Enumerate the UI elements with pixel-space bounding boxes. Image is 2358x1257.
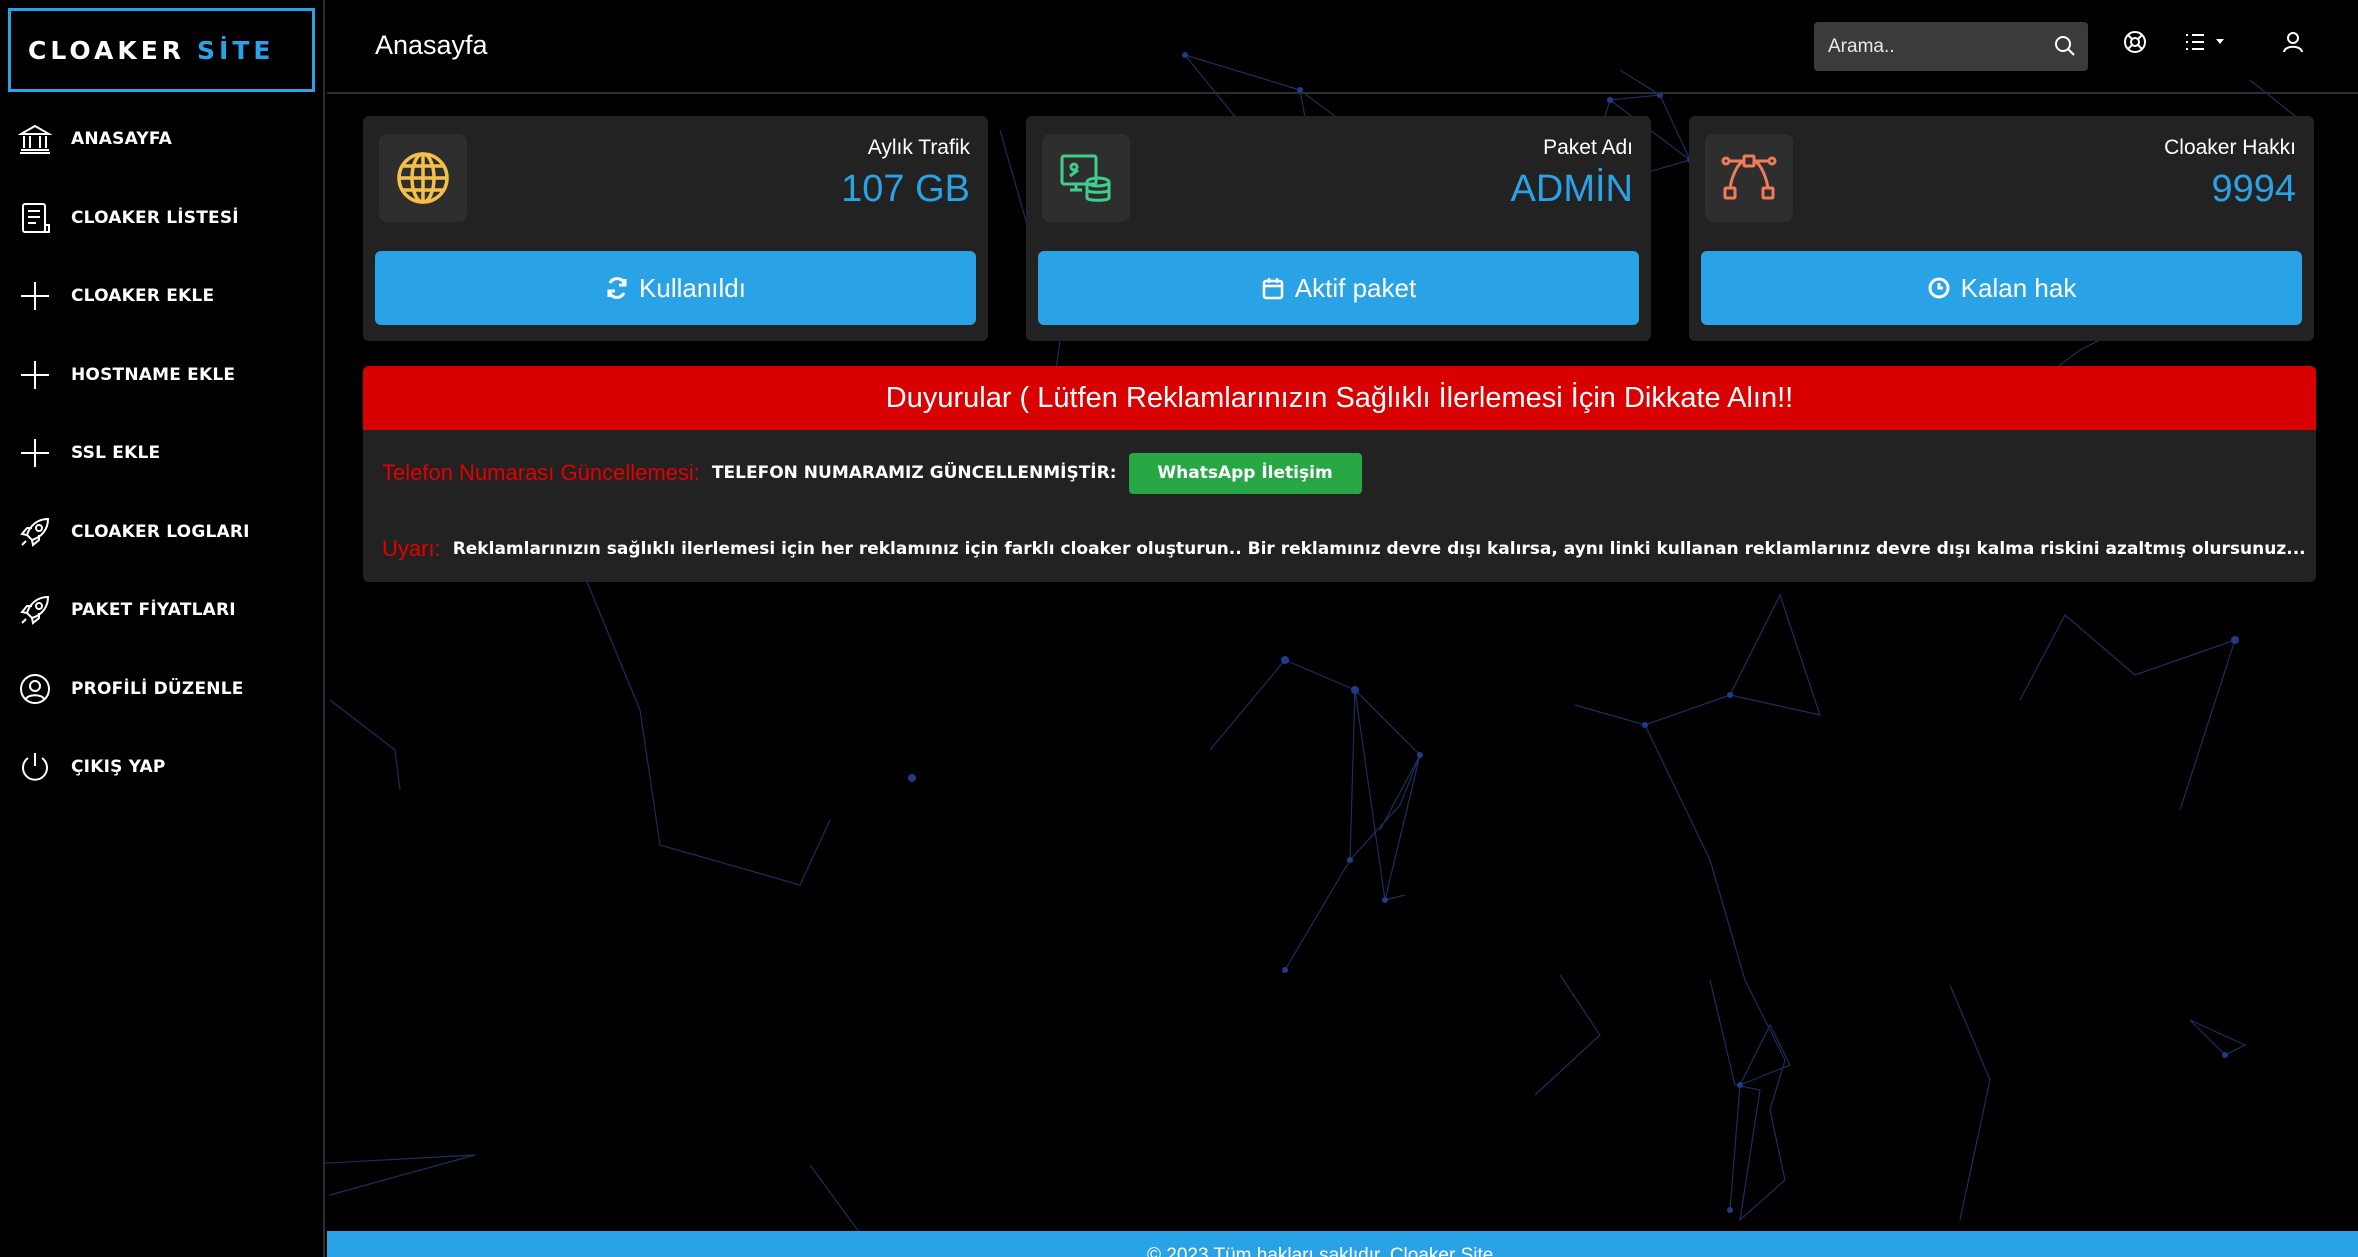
clock-icon (1928, 277, 1950, 299)
sidebar-item-label: CLOAKER LOGLARI (71, 521, 250, 542)
traffic-card: Aylık Trafik 107 GB Kullanıldı (363, 116, 988, 341)
card-label: Cloaker Hakkı (2164, 136, 2296, 159)
card-value: 9994 (2211, 168, 2296, 210)
cloaker-quota-card: Cloaker Hakkı 9994 Kalan hak (1689, 116, 2314, 341)
sidebar-item-profili-duzenle[interactable]: PROFİLİ DÜZENLE (0, 650, 323, 729)
server-database-icon (1060, 154, 1111, 202)
active-package-button[interactable]: Aktif paket (1038, 251, 1639, 325)
card-value: ADMİN (1510, 168, 1633, 210)
sidebar-item-cikis-yap[interactable]: ÇIKIŞ YAP (0, 728, 323, 807)
footer: © 2023 Tüm hakları saklıdır. Cloaker Sit… (327, 1231, 2358, 1257)
sidebar-item-label: SSL EKLE (71, 443, 161, 464)
globe-icon (397, 152, 449, 204)
sidebar: CLOAKER SİTE ANASAYFA CLOAKER LİSTESİ CL… (0, 0, 325, 1257)
remaining-quota-button[interactable]: Kalan hak (1701, 251, 2302, 325)
phone-update-row: Telefon Numarası Güncellemesi: TELEFON N… (382, 452, 1362, 494)
card-value: 107 GB (841, 168, 970, 210)
warning-text: Reklamlarınızın sağlıklı ilerlemesi için… (452, 539, 2306, 559)
used-button[interactable]: Kullanıldı (375, 251, 976, 325)
announcements-panel: Duyurular ( Lütfen Reklamlarınızın Sağlı… (363, 366, 2316, 582)
plus-icon (21, 439, 49, 468)
sidebar-nav: ANASAYFA CLOAKER LİSTESİ CLOAKER EKLE HO… (0, 100, 323, 807)
top-header: Anasayfa (327, 0, 2358, 94)
sidebar-item-label: ÇIKIŞ YAP (71, 757, 166, 778)
warning-row: Uyarı: Reklamlarınızın sağlıklı ilerleme… (382, 536, 2306, 562)
search-icon[interactable] (2054, 35, 2076, 57)
phone-update-text: TELEFON NUMARAMIZ GÜNCELLENMİŞTİR: (711, 463, 1117, 483)
sidebar-item-cloaker-listesi[interactable]: CLOAKER LİSTESİ (0, 179, 323, 258)
announcements-title: Duyurular ( Lütfen Reklamlarınızın Sağlı… (363, 366, 2316, 430)
plus-icon (21, 360, 49, 389)
brand-logo[interactable]: CLOAKER SİTE (8, 8, 315, 92)
brand-name-part1: CLOAKER (28, 35, 186, 65)
search-input[interactable] (1814, 35, 2034, 58)
card-label: Paket Adı (1543, 136, 1633, 159)
user-circle-icon (20, 673, 50, 704)
sidebar-item-hostname-ekle[interactable]: HOSTNAME EKLE (0, 336, 323, 415)
card-icon-box (1042, 134, 1130, 222)
power-icon (22, 753, 48, 781)
sidebar-item-cloaker-loglari[interactable]: CLOAKER LOGLARI (0, 493, 323, 572)
sidebar-item-label: CLOAKER EKLE (71, 286, 215, 307)
button-label: Kullanıldı (639, 272, 746, 303)
refresh-icon (607, 277, 627, 299)
plus-icon (21, 282, 49, 311)
list-dropdown[interactable] (2183, 30, 2227, 54)
rocket-icon (20, 596, 50, 626)
sidebar-item-label: ANASAYFA (71, 129, 173, 150)
sidebar-item-anasayfa[interactable]: ANASAYFA (0, 100, 323, 179)
list-document-icon (22, 202, 50, 233)
user-icon[interactable] (2281, 30, 2305, 54)
button-label: Kalan hak (1960, 272, 2077, 303)
sidebar-item-label: HOSTNAME EKLE (71, 364, 236, 385)
chevron-down-icon (2216, 39, 2224, 44)
footer-copyright: © 2023 Tüm hakları saklıdır. Cloaker Sit… (1147, 1245, 1494, 1257)
rocket-icon (20, 517, 50, 547)
search-box (1814, 22, 2088, 71)
sidebar-item-label: PROFİLİ DÜZENLE (71, 678, 244, 699)
calendar-icon (1262, 278, 1284, 300)
card-icon-box (1705, 134, 1793, 222)
phone-update-label: Telefon Numarası Güncellemesi: (382, 460, 700, 485)
warning-label: Uyarı: (382, 536, 441, 561)
lifebuoy-icon[interactable] (2123, 30, 2147, 54)
sidebar-item-cloaker-ekle[interactable]: CLOAKER EKLE (0, 257, 323, 336)
sidebar-item-label: PAKET FİYATLARI (71, 600, 236, 621)
bank-icon (18, 125, 52, 155)
list-icon (2186, 34, 2204, 50)
package-card: Paket Adı ADMİN Aktif paket (1026, 116, 1651, 341)
card-icon-box (379, 134, 467, 222)
sidebar-item-label: CLOAKER LİSTESİ (71, 207, 239, 228)
bezier-curve-icon (1721, 154, 1777, 200)
whatsapp-contact-button[interactable]: WhatsApp İletişim (1128, 452, 1362, 494)
page-title: Anasayfa (375, 30, 488, 60)
sidebar-item-paket-fiyatlari[interactable]: PAKET FİYATLARI (0, 571, 323, 650)
sidebar-item-ssl-ekle[interactable]: SSL EKLE (0, 414, 323, 493)
brand-name-part2: SİTE (197, 35, 275, 65)
button-label: Aktif paket (1294, 272, 1417, 303)
card-label: Aylık Trafik (867, 136, 970, 159)
